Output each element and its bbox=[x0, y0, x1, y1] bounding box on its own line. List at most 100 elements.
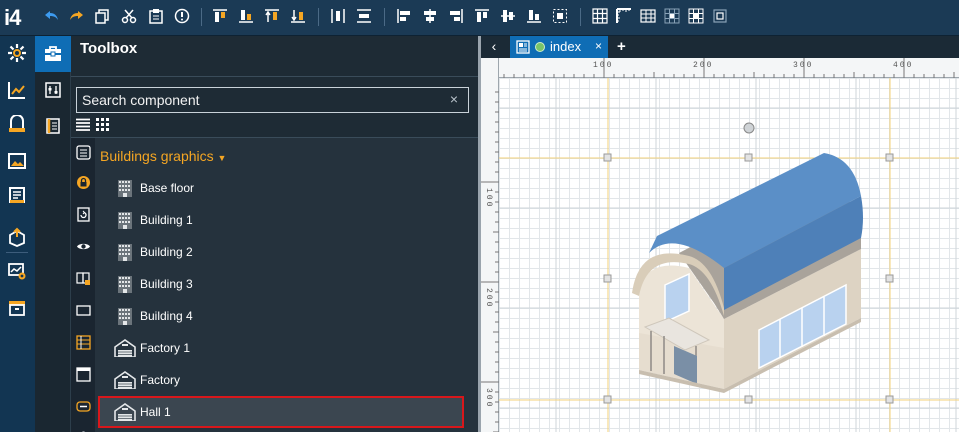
align-top-icon[interactable] bbox=[212, 8, 228, 24]
list-item-hall-1[interactable]: Hall 1 bbox=[98, 396, 464, 428]
align-bottom-edge-icon[interactable] bbox=[526, 8, 542, 24]
category-bar bbox=[71, 138, 95, 432]
bring-front-icon[interactable] bbox=[264, 8, 280, 24]
tab-index[interactable]: index × bbox=[510, 36, 608, 58]
list-item-factory-1[interactable]: Factory 1 bbox=[98, 332, 464, 364]
ruler-horizontal: 100 200 300 400 bbox=[499, 58, 959, 78]
align-bottom-icon[interactable] bbox=[238, 8, 254, 24]
cut-icon[interactable] bbox=[121, 8, 137, 24]
secondary-sidebar bbox=[35, 36, 71, 432]
send-back-icon[interactable] bbox=[290, 8, 306, 24]
list-view-icon[interactable] bbox=[76, 118, 90, 132]
list-item-label: Building 3 bbox=[140, 277, 193, 291]
hall-illustration[interactable] bbox=[632, 153, 863, 393]
grid-icon[interactable] bbox=[592, 8, 608, 24]
log-icon[interactable] bbox=[5, 183, 29, 207]
chart-icon[interactable] bbox=[5, 78, 29, 102]
center-both-icon[interactable] bbox=[552, 8, 568, 24]
zoom-fit-icon[interactable] bbox=[712, 8, 728, 24]
image-icon[interactable] bbox=[5, 149, 29, 173]
category-lock-icon[interactable] bbox=[75, 174, 91, 190]
distribute-horizontal-icon[interactable] bbox=[330, 8, 346, 24]
ruler-label: 300 bbox=[484, 388, 493, 409]
building-icon bbox=[118, 308, 132, 325]
group-dropdown[interactable]: Buildings graphics ▼ bbox=[100, 148, 226, 164]
ruler-label: 100 bbox=[484, 188, 493, 209]
building-icon bbox=[118, 212, 132, 229]
factory-icon bbox=[114, 339, 136, 357]
ruler-label: 200 bbox=[693, 61, 714, 70]
properties-icon[interactable] bbox=[35, 72, 71, 108]
list-item-label: Building 1 bbox=[140, 213, 193, 227]
list-item-label: Hall 1 bbox=[140, 405, 171, 419]
align-center-icon[interactable] bbox=[422, 8, 438, 24]
distribute-vertical-icon[interactable] bbox=[356, 8, 372, 24]
ruler-label: 200 bbox=[484, 288, 493, 309]
list-item-label: Building 2 bbox=[140, 245, 193, 259]
align-right-icon[interactable] bbox=[448, 8, 464, 24]
chevron-left-icon[interactable]: ‹ bbox=[485, 38, 503, 56]
design-canvas[interactable] bbox=[499, 78, 959, 432]
category-table-icon[interactable] bbox=[75, 334, 91, 350]
archive-icon[interactable] bbox=[5, 296, 29, 320]
app-logo: i4 bbox=[4, 5, 21, 30]
list-item-building-1[interactable]: Building 1 bbox=[98, 204, 464, 236]
document-icon bbox=[516, 40, 530, 54]
list-item-factory[interactable]: Factory bbox=[98, 364, 464, 396]
category-rectangle-icon[interactable] bbox=[75, 302, 91, 318]
building-icon bbox=[118, 180, 132, 197]
main-sidebar bbox=[0, 36, 35, 432]
table-icon[interactable] bbox=[640, 8, 656, 24]
redo-icon[interactable] bbox=[68, 8, 84, 24]
ruler-label: 100 bbox=[593, 61, 614, 70]
align-left-icon[interactable] bbox=[396, 8, 412, 24]
tab-bar: ‹ index × + bbox=[481, 36, 959, 58]
pages-icon[interactable] bbox=[35, 108, 71, 144]
list-item-label: Base floor bbox=[140, 181, 195, 195]
toolbox-panel: Toolbox × bbox=[71, 36, 478, 432]
rulers-icon[interactable] bbox=[616, 8, 632, 24]
caret-down-icon: ▼ bbox=[217, 153, 227, 163]
building-icon bbox=[118, 276, 132, 293]
settings-gear-icon[interactable] bbox=[5, 41, 29, 65]
ruler-vertical: 100 200 300 bbox=[481, 58, 499, 432]
snap-objects-icon[interactable] bbox=[688, 8, 704, 24]
device-icon[interactable] bbox=[5, 113, 29, 137]
snap-grid-icon[interactable] bbox=[664, 8, 680, 24]
category-more-icon[interactable] bbox=[75, 426, 91, 432]
package-upload-icon[interactable] bbox=[5, 225, 29, 249]
close-tab-icon[interactable]: × bbox=[595, 39, 602, 53]
ruler-label: 400 bbox=[893, 61, 914, 70]
category-window-icon[interactable] bbox=[75, 366, 91, 382]
search-input[interactable] bbox=[77, 88, 437, 112]
component-list: Buildings graphics ▼ Base floor Building… bbox=[95, 138, 478, 432]
list-item-label: Building 4 bbox=[140, 309, 193, 323]
category-book-icon[interactable] bbox=[75, 270, 91, 286]
add-tab-button[interactable]: + bbox=[617, 38, 626, 55]
search-box: × bbox=[76, 87, 469, 113]
align-middle-icon[interactable] bbox=[500, 8, 516, 24]
undo-icon[interactable] bbox=[44, 8, 60, 24]
category-list-icon[interactable] bbox=[75, 144, 91, 160]
grid-view-icon[interactable] bbox=[96, 118, 110, 132]
list-item-building-2[interactable]: Building 2 bbox=[98, 236, 464, 268]
building-icon bbox=[118, 244, 132, 261]
category-refresh-icon[interactable] bbox=[75, 206, 91, 222]
top-toolbar: i4 bbox=[0, 0, 959, 36]
rotate-handle[interactable] bbox=[743, 122, 755, 134]
factory-icon bbox=[114, 371, 136, 389]
category-eye-icon[interactable] bbox=[75, 238, 91, 254]
clear-search-icon[interactable]: × bbox=[450, 91, 458, 107]
list-item-building-4[interactable]: Building 4 bbox=[98, 300, 464, 332]
copy-icon[interactable] bbox=[94, 8, 110, 24]
info-icon[interactable] bbox=[174, 8, 190, 24]
ruler-label: 300 bbox=[793, 61, 814, 70]
tab-label: index bbox=[550, 39, 582, 54]
list-item-base-floor[interactable]: Base floor bbox=[98, 172, 464, 204]
paste-icon[interactable] bbox=[148, 8, 164, 24]
category-link-icon[interactable] bbox=[75, 398, 91, 414]
monitor-settings-icon[interactable] bbox=[5, 259, 29, 283]
list-item-building-3[interactable]: Building 3 bbox=[98, 268, 464, 300]
toolbox-icon[interactable] bbox=[35, 36, 71, 72]
align-top-edge-icon[interactable] bbox=[474, 8, 490, 24]
